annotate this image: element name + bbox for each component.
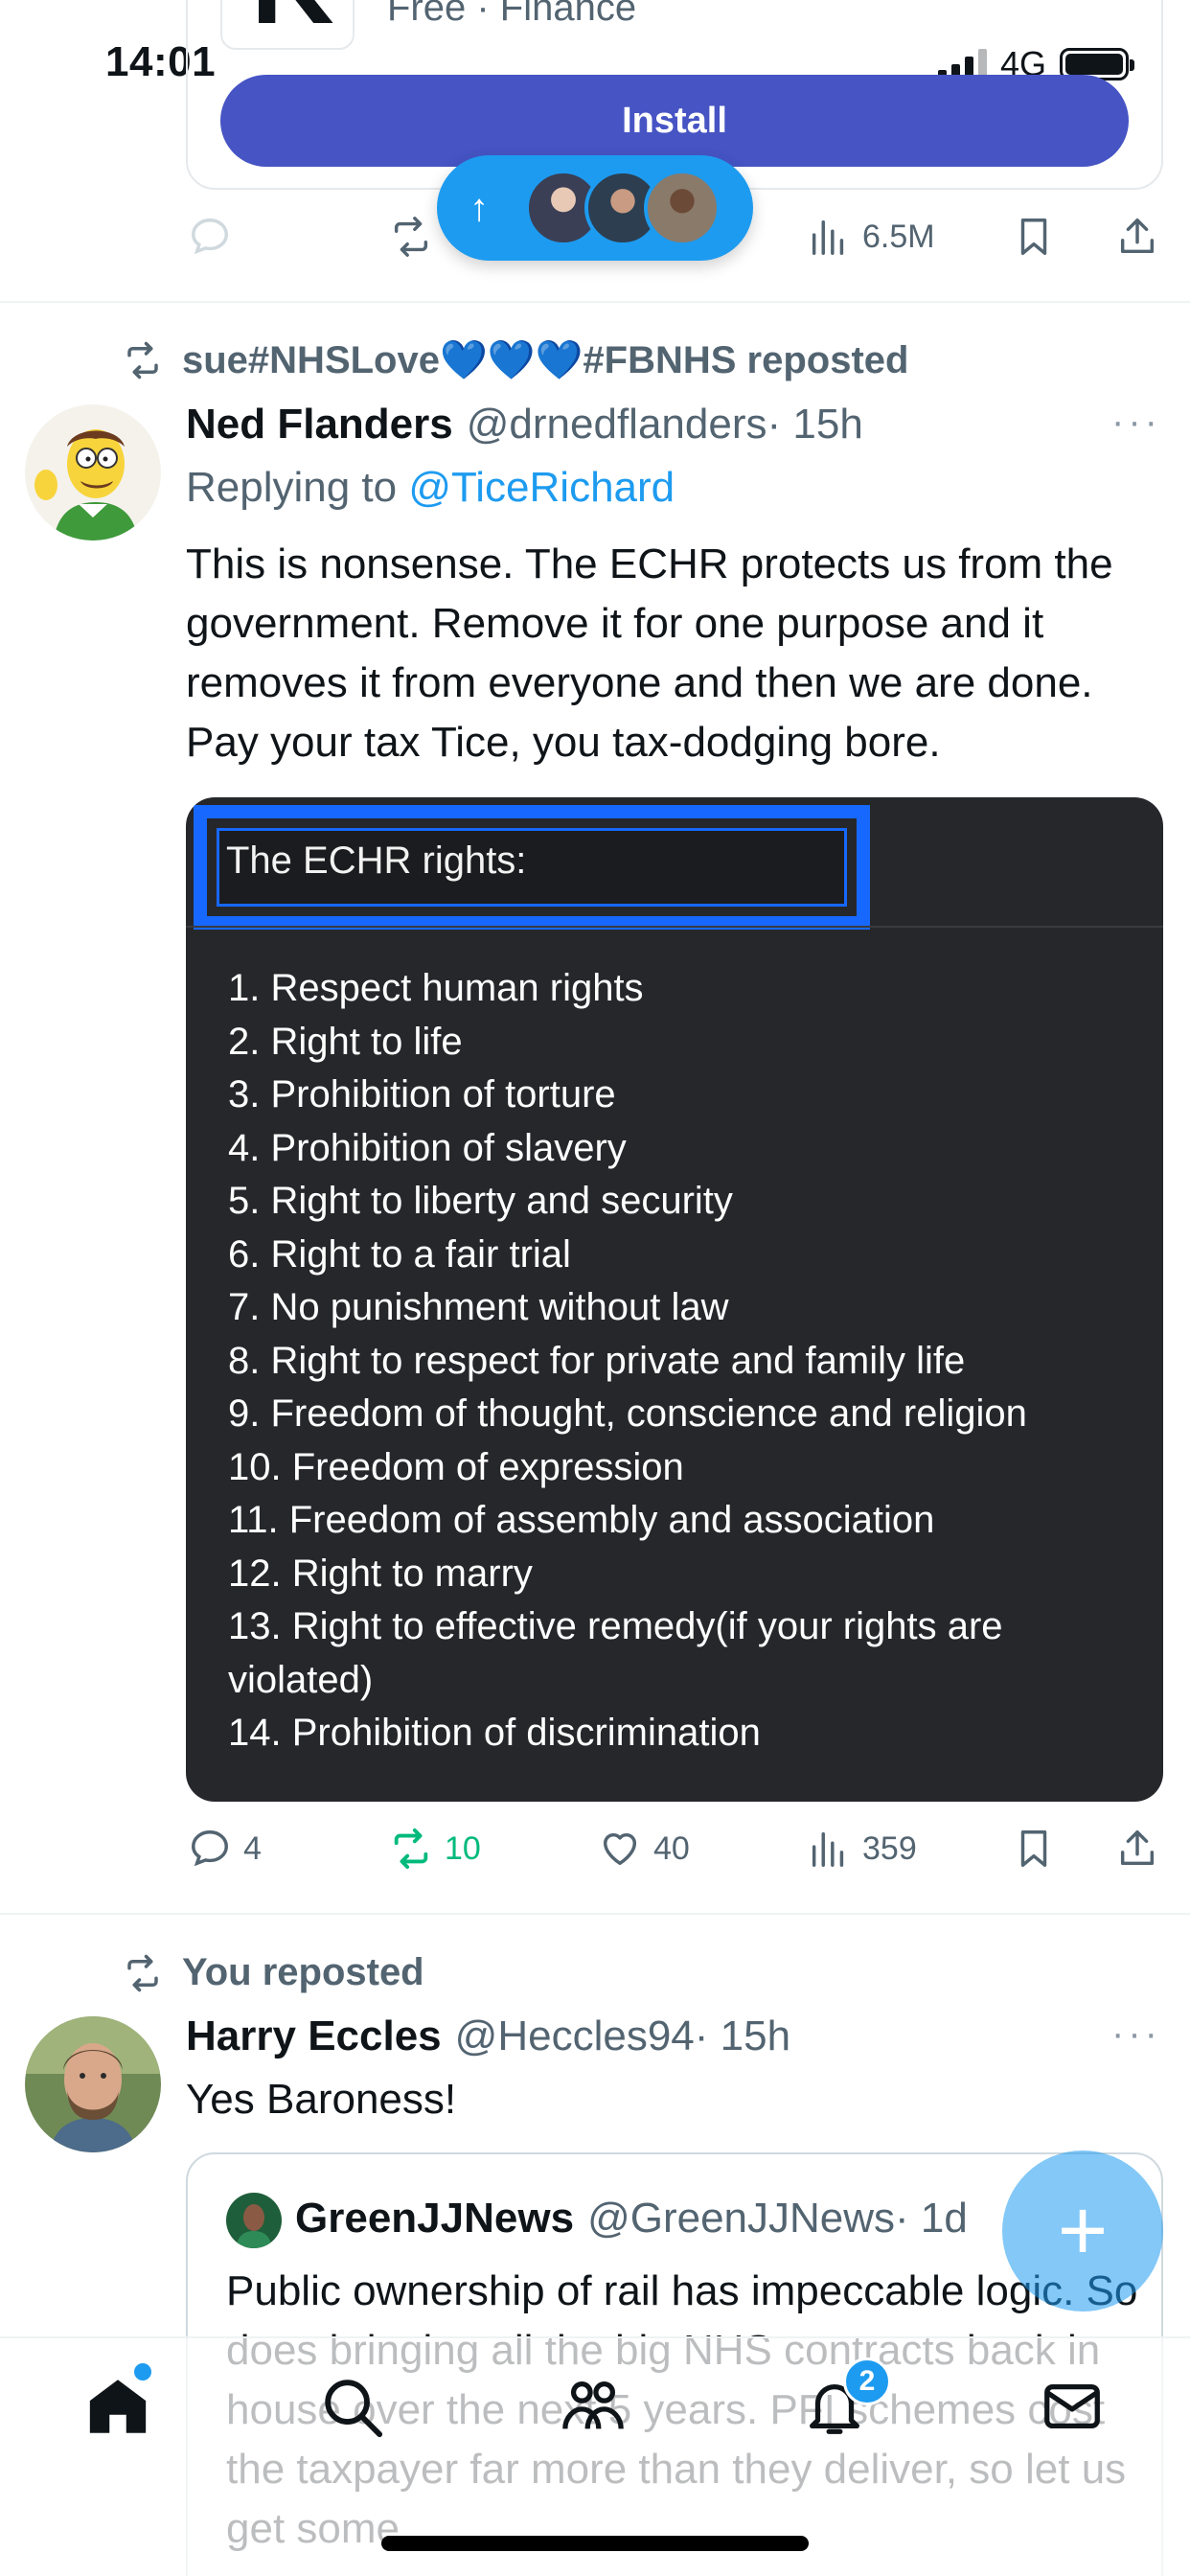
avatar [226, 2193, 282, 2248]
home-icon[interactable] [84, 2373, 151, 2440]
list-item: 3. Prohibition of torture [228, 1073, 616, 1116]
ad-app-meta: Free · Finance [387, 0, 637, 29]
quoted-post-time: · 1d [895, 2195, 968, 2242]
more-options-icon[interactable]: ··· [1111, 401, 1161, 444]
list-item: 4. Prohibition of slavery [228, 1126, 627, 1169]
reply-icon [192, 218, 228, 255]
list-item: 14. Prohibition of discrimination [228, 1712, 761, 1754]
bookmark-icon [1020, 1830, 1047, 1867]
home-unread-dot [134, 2363, 151, 2380]
greenjjnews-avatar-image [226, 2193, 282, 2248]
new-posts-pill[interactable]: ↑ [437, 155, 753, 261]
repost-context-label: You reposted [182, 1951, 424, 1993]
repost-icon [394, 1828, 428, 1870]
repost-button[interactable]: 10 [389, 1827, 481, 1871]
list-item: 2. Right to life [228, 1020, 463, 1063]
list-item: 11. Freedom of assembly and association [228, 1499, 935, 1541]
mail-icon[interactable] [1039, 2373, 1106, 2440]
communities-icon[interactable] [560, 2373, 627, 2440]
bookmark-button[interactable] [1012, 215, 1056, 259]
avatar[interactable] [25, 2016, 161, 2152]
post-author-line: Ned Flanders @drnedflanders · 15h [186, 401, 863, 448]
list-item: 13. Right to effective remedy(if your ri… [228, 1605, 1003, 1701]
repost-context[interactable]: You reposted [123, 1951, 424, 1994]
compose-button[interactable]: + [1002, 2150, 1163, 2312]
reply-button[interactable]: 4 [188, 1827, 262, 1871]
bookmark-button[interactable] [1012, 1827, 1056, 1871]
post-time: · 15h [767, 401, 863, 448]
repost-icon [127, 1954, 158, 1991]
divider [0, 301, 1190, 303]
more-options-icon[interactable]: ··· [1111, 2012, 1161, 2056]
harry-eccles-avatar-image [25, 2016, 161, 2152]
notifications-badge: 2 [843, 2358, 891, 2405]
repost-context[interactable]: sue#NHSLove💙💙💙#FBNHS reposted [123, 337, 908, 382]
list-item: 6. Right to a fair trial [228, 1232, 571, 1276]
home-indicator [381, 2536, 809, 2551]
post-text: Yes Baroness! [186, 2076, 457, 2123]
avatar[interactable] [25, 404, 161, 540]
views-icon [812, 1831, 844, 1867]
share-icon [1120, 218, 1155, 254]
avatar [644, 170, 721, 246]
views-count: 6.5M [862, 218, 935, 255]
share-icon [1120, 1830, 1155, 1866]
like-count: 40 [653, 1829, 690, 1867]
repost-button[interactable] [389, 215, 433, 259]
repost-icon [394, 217, 428, 257]
views-button[interactable]: 359 [807, 1827, 917, 1871]
post-time: · 15h [694, 2012, 791, 2059]
post-image[interactable]: The ECHR rights: 1. Respect human rights… [186, 797, 1163, 1802]
reply-icon [192, 1830, 228, 1867]
image-title: The ECHR rights: [226, 840, 527, 882]
replying-to: Replying to @TiceRichard [186, 464, 675, 511]
quoted-author-name: GreenJJNews [295, 2195, 575, 2242]
install-button[interactable]: Install [220, 75, 1129, 167]
repost-context-label: sue#NHSLove💙💙💙#FBNHS reposted [182, 339, 909, 381]
list-item: 7. No punishment without law [228, 1286, 729, 1328]
repost-count: 10 [445, 1829, 481, 1867]
author-handle[interactable]: @drnedflanders [467, 401, 767, 448]
author-name[interactable]: Ned Flanders [186, 401, 453, 448]
image-separator [186, 926, 1163, 928]
reply-button[interactable] [188, 215, 232, 259]
share-button[interactable] [1115, 215, 1159, 259]
divider [0, 1913, 1190, 1915]
views-count: 359 [862, 1829, 917, 1867]
list-item: 10. Freedom of expression [228, 1445, 684, 1488]
list-item: 12. Right to marry [228, 1552, 533, 1595]
post-text: This is nonsense. The ECHR protects us f… [186, 540, 1113, 766]
list-item: 1. Respect human rights [228, 967, 644, 1009]
reply-count: 4 [243, 1829, 262, 1867]
list-item: 8. Right to respect for private and fami… [228, 1339, 966, 1382]
views-icon [812, 219, 844, 255]
list-item: 5. Right to liberty and security [228, 1180, 733, 1222]
author-name[interactable]: Harry Eccles [186, 2012, 442, 2060]
share-button[interactable] [1115, 1827, 1159, 1871]
replying-to-handle[interactable]: @TiceRichard [408, 464, 675, 511]
ad-app-logo: K [220, 0, 355, 50]
list-item: 9. Freedom of thought, conscience and re… [228, 1392, 1027, 1435]
views-button[interactable]: 6.5M [807, 215, 935, 259]
author-handle[interactable]: @Heccles94 [455, 2012, 695, 2060]
repost-icon [127, 341, 158, 379]
quoted-author-line: GreenJJNews @GreenJJNews · 1d [295, 2195, 968, 2242]
post-author-line: Harry Eccles @Heccles94 · 15h [186, 2012, 790, 2060]
quoted-author-handle: @GreenJJNews [587, 2195, 896, 2242]
like-button[interactable]: 40 [598, 1827, 690, 1871]
search-icon[interactable] [318, 2373, 385, 2440]
heart-icon [603, 1832, 637, 1866]
bookmark-icon [1020, 218, 1047, 255]
ned-flanders-avatar-image [25, 404, 161, 540]
arrow-up-icon: ↑ [469, 186, 489, 229]
rights-list: 1. Respect human rights 2. Right to life… [228, 962, 1138, 1760]
